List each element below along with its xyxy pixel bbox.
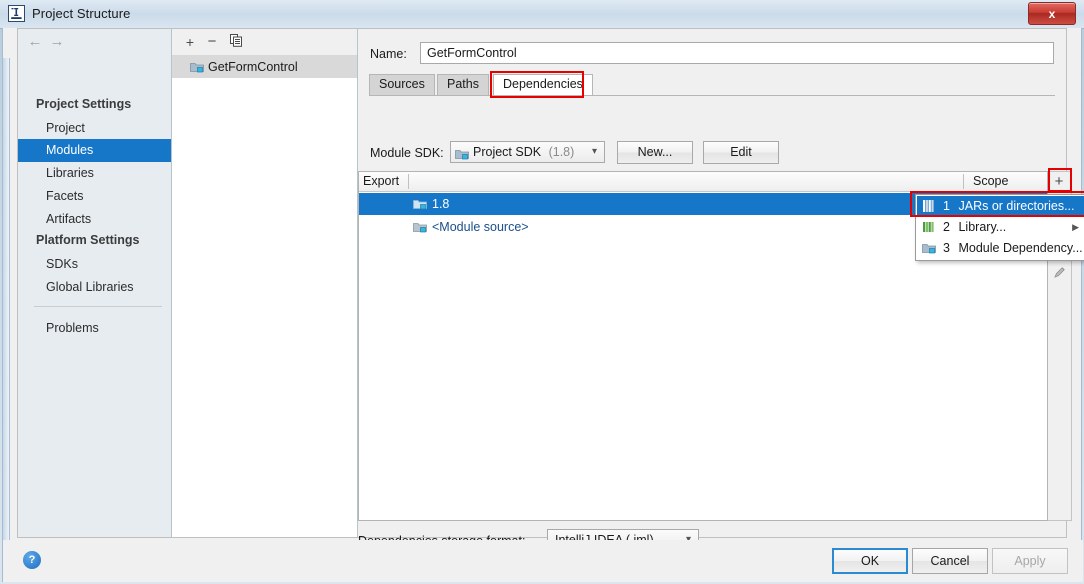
plus-icon[interactable]: + <box>180 33 200 51</box>
module-sdk-value: Project SDK <box>473 145 542 159</box>
column-header-scope[interactable]: Scope <box>973 172 1008 191</box>
sdk-icon <box>455 146 469 166</box>
module-sdk-label: Module SDK: <box>370 146 444 160</box>
dependencies-table: Export Scope 1.8 <Module source> 1 JARs … <box>358 171 1084 521</box>
module-source-icon <box>413 218 427 240</box>
cancel-button[interactable]: Cancel <box>912 548 988 574</box>
module-name: GetFormControl <box>208 60 298 74</box>
minus-icon[interactable]: − <box>202 33 222 51</box>
ok-button[interactable]: OK <box>832 548 908 574</box>
dialog-footer: ? OK Cancel Apply <box>3 540 1083 582</box>
edit-sdk-button[interactable]: Edit <box>703 141 779 164</box>
menu-item-number: 2 <box>943 220 950 234</box>
sidebar-item-problems[interactable]: Problems <box>18 317 171 340</box>
sidebar-divider <box>34 306 162 307</box>
menu-item-label: Module Dependency... <box>958 241 1083 255</box>
module-list-toolbar: + − <box>172 29 357 56</box>
name-label: Name: <box>370 47 407 61</box>
apply-button: Apply <box>992 548 1068 574</box>
new-sdk-button[interactable]: New... <box>617 141 693 164</box>
project-structure-window: Project Structure x ← → Project Settings… <box>0 0 1084 584</box>
copy-icon[interactable] <box>226 33 246 51</box>
menu-item-number: 1 <box>943 199 950 213</box>
sidebar-group-platform-settings: Platform Settings <box>36 233 140 247</box>
column-separator <box>408 174 409 189</box>
chevron-down-icon: ▾ <box>591 146 597 157</box>
sidebar-group-project-settings: Project Settings <box>36 97 132 111</box>
module-list-panel: + − GetFormControl <box>172 29 358 537</box>
arrow-left-icon[interactable]: ← <box>26 34 44 50</box>
module-dependency-icon <box>922 241 936 262</box>
tab-underline <box>369 95 1055 96</box>
name-input[interactable]: GetFormControl <box>420 42 1054 64</box>
sidebar-item-artifacts[interactable]: Artifacts <box>18 208 171 231</box>
tab-sources[interactable]: Sources <box>369 74 435 95</box>
window-titlebar: Project Structure x <box>0 0 1084 29</box>
sidebar-item-project[interactable]: Project <box>18 117 171 140</box>
editor-tabs: Sources Paths Dependencies <box>369 74 1055 95</box>
column-header-export[interactable]: Export <box>363 172 399 191</box>
close-button[interactable]: x <box>1028 2 1076 25</box>
tab-paths[interactable]: Paths <box>437 74 489 95</box>
menu-item-label: JARs or directories... <box>958 199 1075 213</box>
menu-item-library[interactable]: 2 Library... ▶ <box>917 217 1084 238</box>
list-item[interactable]: GetFormControl <box>172 56 357 78</box>
settings-content-area: ← → Project Settings Project Modules Lib… <box>17 28 1084 551</box>
menu-item-label: Library... <box>958 220 1007 234</box>
sidebar-item-sdks[interactable]: SDKs <box>18 253 171 276</box>
window-title: Project Structure <box>32 6 131 21</box>
pencil-icon[interactable] <box>1048 264 1070 286</box>
sidebar-item-libraries[interactable]: Libraries <box>18 162 171 185</box>
menu-item-jars-or-directories[interactable]: 1 JARs or directories... <box>917 196 1084 217</box>
menu-item-number: 3 <box>943 241 950 255</box>
settings-sidebar: ← → Project Settings Project Modules Lib… <box>18 29 172 537</box>
left-edge-decoration <box>3 58 10 578</box>
module-sdk-select[interactable]: Project SDK (1.8) ▾ <box>450 141 605 163</box>
menu-item-module-dependency[interactable]: 3 Module Dependency... <box>917 238 1084 259</box>
sidebar-navigation-toolbar: ← → <box>18 29 171 55</box>
dependencies-table-header: Export Scope <box>359 172 1047 192</box>
chevron-right-icon: ▶ <box>1072 222 1079 232</box>
plus-icon[interactable]: + <box>1048 171 1070 193</box>
add-dependency-menu: 1 JARs or directories... 2 Library... ▶ … <box>915 194 1084 261</box>
dependency-name: <Module source> <box>432 220 529 234</box>
sidebar-item-facets[interactable]: Facets <box>18 185 171 208</box>
sidebar-item-global-libraries[interactable]: Global Libraries <box>18 276 171 299</box>
column-separator <box>963 174 964 189</box>
tab-dependencies[interactable]: Dependencies <box>493 74 593 95</box>
module-sdk-version: (1.8) <box>548 145 575 159</box>
dialog-body: ← → Project Settings Project Modules Lib… <box>2 28 1084 582</box>
help-button[interactable]: ? <box>23 551 41 569</box>
dependency-name: 1.8 <box>432 197 450 211</box>
jdk-folder-icon <box>413 195 427 217</box>
module-icon <box>190 58 204 80</box>
intellij-idea-icon <box>8 5 25 22</box>
arrow-right-icon[interactable]: → <box>48 34 66 50</box>
sidebar-item-modules[interactable]: Modules <box>18 139 171 162</box>
module-editor-panel: Name: GetFormControl Sources Paths Depen… <box>358 29 1084 551</box>
